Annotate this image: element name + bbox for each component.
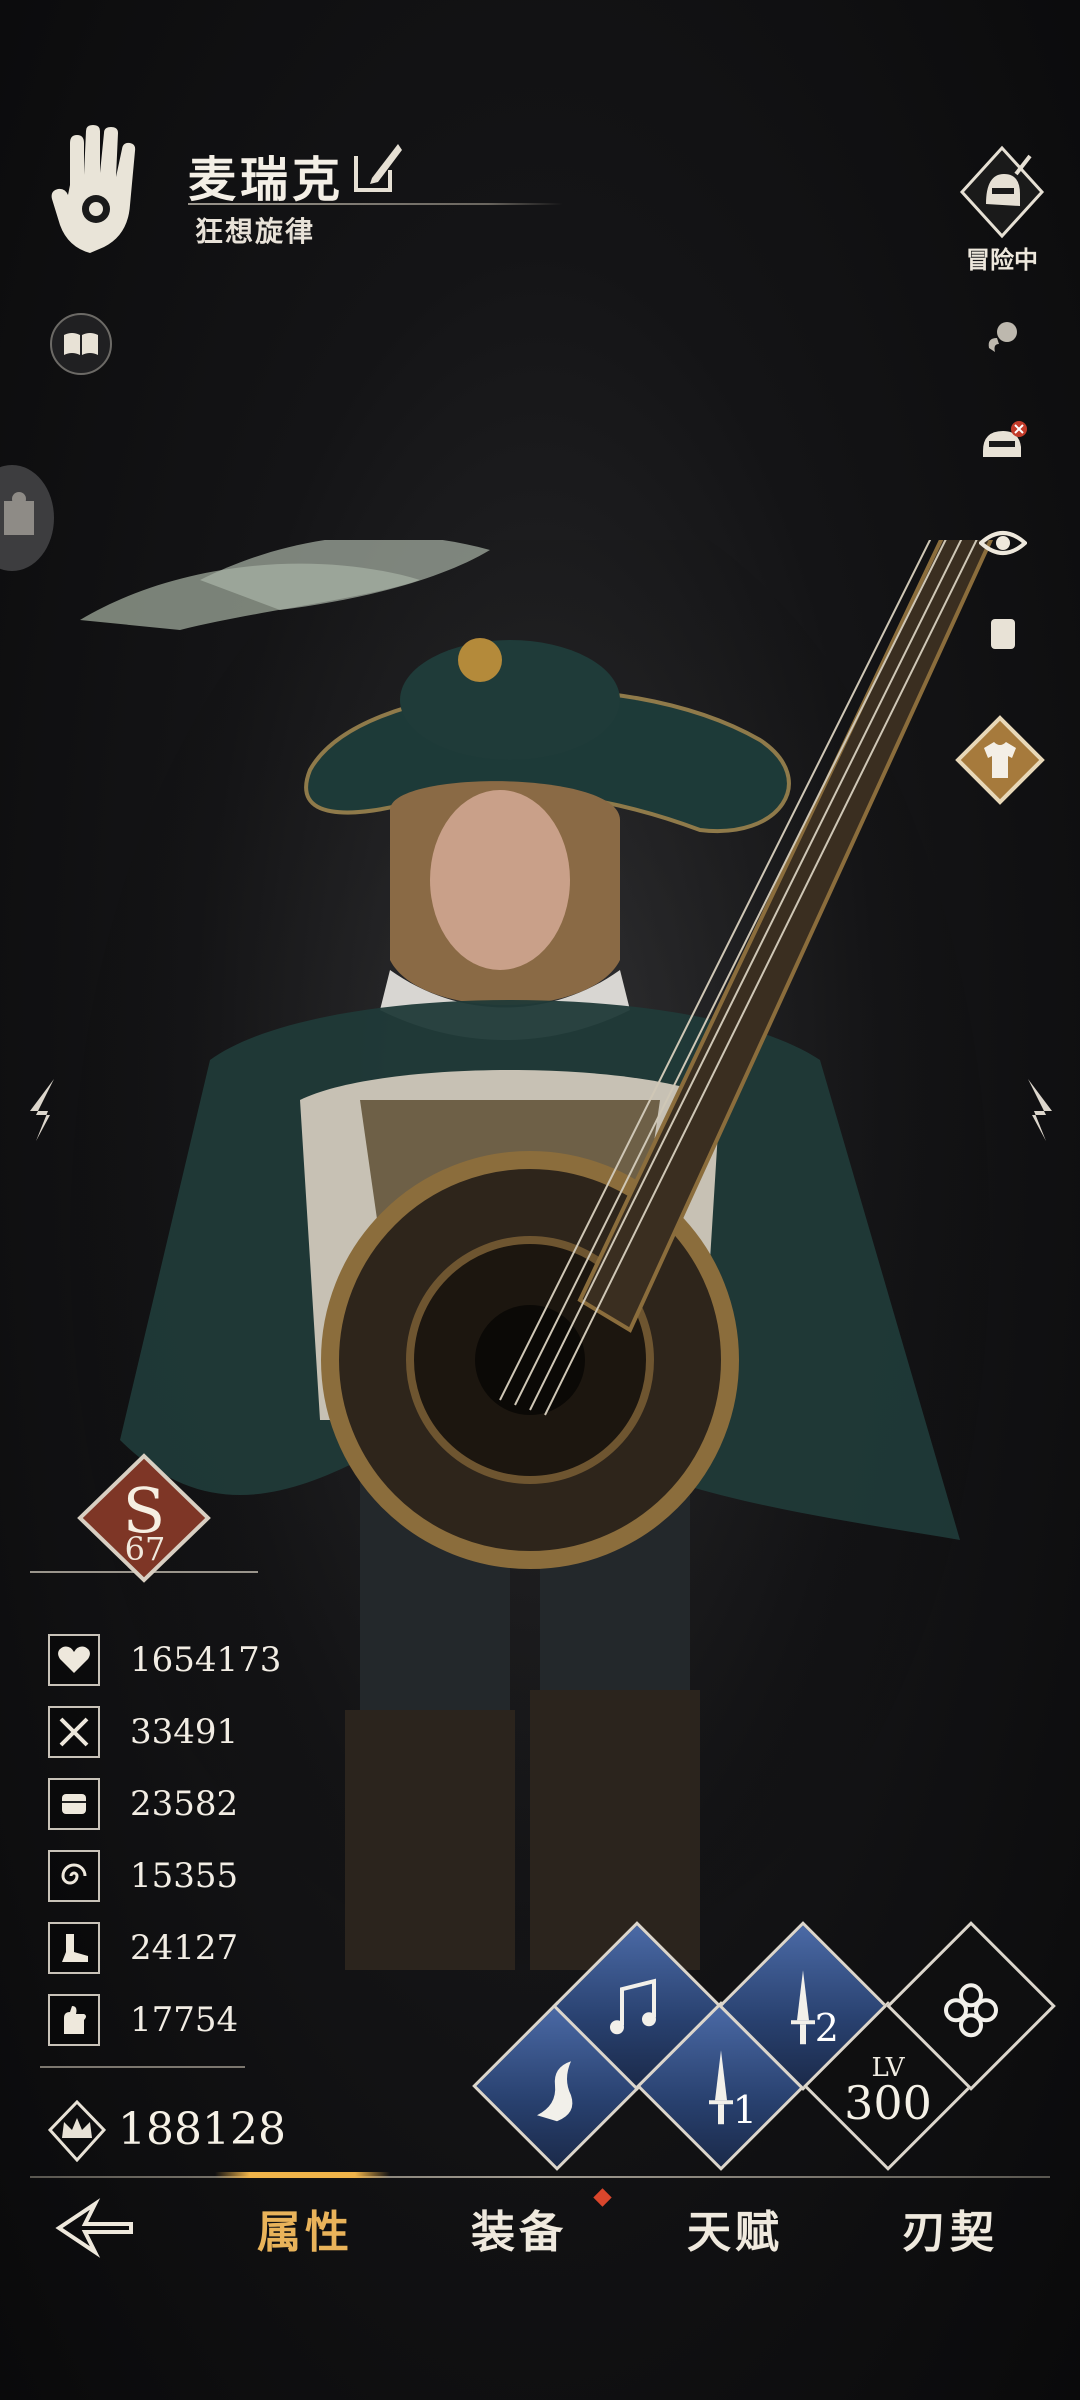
- view-mode-button[interactable]: [975, 515, 1031, 571]
- fist-icon: [48, 1778, 100, 1830]
- stat-value: 1654173: [130, 1640, 282, 1680]
- puzzle-icon: [4, 492, 34, 535]
- tag-icon: [991, 619, 1015, 649]
- tab-attributes[interactable]: 属性: [220, 2196, 390, 2266]
- skill-slot-number: 2: [814, 2006, 839, 2051]
- level-value: 300: [844, 2076, 932, 2131]
- tab-equipment[interactable]: 装备: [434, 2196, 604, 2266]
- pacifier-icon: [988, 322, 1017, 352]
- adventure-status-label: 冒险中: [966, 245, 1038, 274]
- skill-slot-number: 1: [732, 2088, 757, 2133]
- next-character-arrow-icon[interactable]: [1012, 1075, 1062, 1145]
- ornament-knot-icon: [944, 1983, 998, 2038]
- book-icon: [64, 333, 98, 355]
- edit-name-icon[interactable]: [352, 140, 404, 194]
- tab-talent[interactable]: 天赋: [650, 2196, 820, 2266]
- power-divider: [40, 2066, 245, 2068]
- stat-value: 24127: [130, 1928, 239, 1968]
- character-name: 麦瑞克: [188, 152, 345, 208]
- camera-angle-button[interactable]: [975, 605, 1031, 661]
- helmet-crossed-icon: [983, 421, 1027, 457]
- tab-blade-pact[interactable]: 刃契: [865, 2196, 1035, 2266]
- music-note-icon: [610, 1978, 656, 2035]
- crown-icon: [48, 2100, 106, 2162]
- stat-magic: 15355: [48, 1848, 348, 1904]
- hand-sign-icon: [48, 1994, 100, 2046]
- stat-value: 15355: [130, 1856, 239, 1896]
- previous-character-arrow-icon[interactable]: [20, 1075, 70, 1145]
- rank-badge: S: [30, 1453, 258, 1583]
- eye-icon: [979, 531, 1027, 555]
- combat-power-value: 188128: [118, 2104, 286, 2155]
- stat-spirit: 17754: [48, 1992, 348, 2048]
- character-title: 狂想旋律: [195, 215, 316, 248]
- back-arrow-icon[interactable]: [55, 2198, 135, 2258]
- spiral-icon: [48, 1850, 100, 1902]
- hide-helmet-button[interactable]: [975, 415, 1031, 471]
- rank-level: 67: [124, 1530, 166, 1568]
- stat-agility: 24127: [48, 1920, 348, 1976]
- crossed-swords-icon: [48, 1706, 100, 1758]
- side-pull-tab[interactable]: [0, 465, 54, 571]
- pet-toggle-button[interactable]: [975, 310, 1031, 366]
- codex-book-button[interactable]: [50, 313, 112, 375]
- boot-icon: [48, 1922, 100, 1974]
- stat-strength: 23582: [48, 1776, 348, 1832]
- adventure-status-badge[interactable]: [958, 144, 1046, 248]
- name-divider: [188, 203, 563, 205]
- stat-value: 17754: [130, 2000, 239, 2040]
- stat-value: 33491: [130, 1712, 239, 1752]
- stat-attack: 33491: [48, 1704, 348, 1760]
- wind-wave-icon: [537, 2061, 573, 2122]
- nav-divider: [30, 2176, 1050, 2178]
- outfit-button[interactable]: [950, 710, 1050, 810]
- heart-icon: [48, 1634, 100, 1686]
- nav-active-indicator: [215, 2172, 390, 2178]
- stat-hp: 1654173: [48, 1632, 348, 1688]
- class-hand-emblem-icon: [51, 125, 136, 253]
- stat-value: 23582: [130, 1784, 239, 1824]
